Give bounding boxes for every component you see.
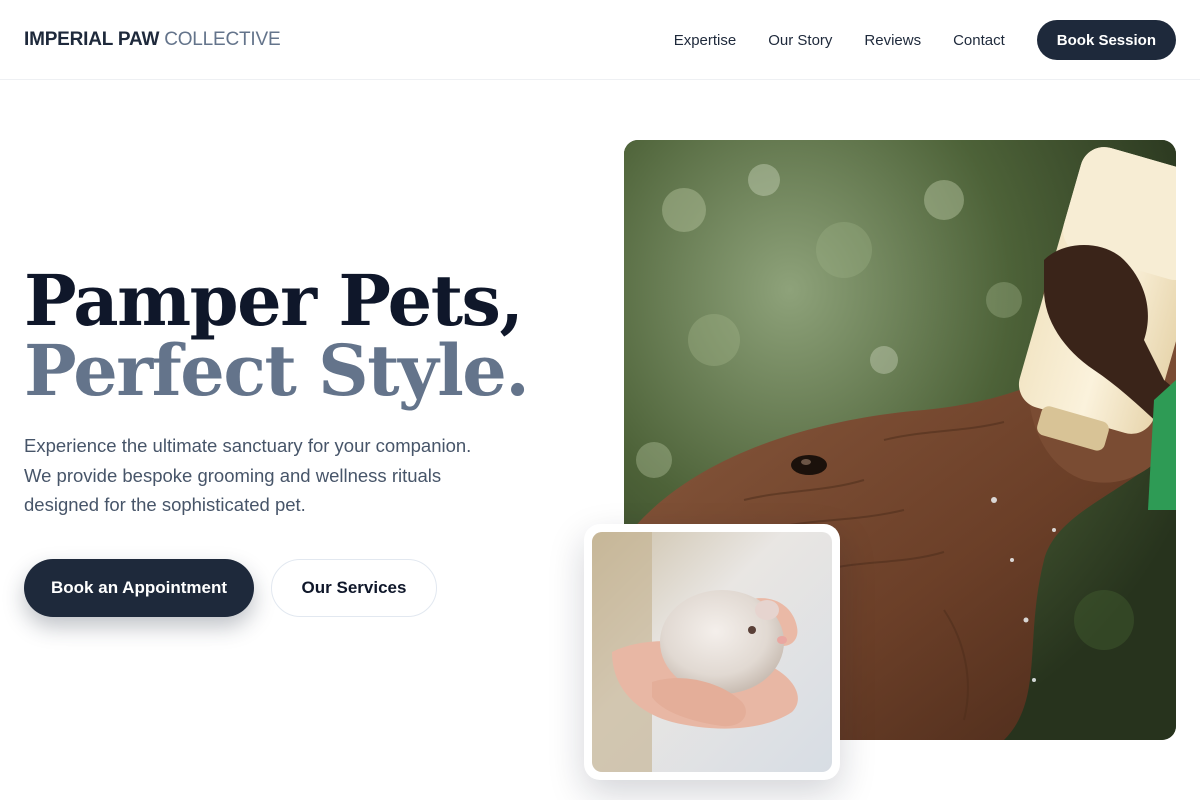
nav-link-reviews[interactable]: Reviews	[864, 32, 921, 49]
hero-title: Pamper Pets, Perfect Style.	[24, 266, 584, 406]
book-session-button[interactable]: Book Session	[1036, 20, 1176, 60]
hero-actions: Book an Appointment Our Services	[24, 559, 437, 617]
our-services-button[interactable]: Our Services	[271, 559, 437, 617]
book-appointment-button[interactable]: Book an Appointment	[24, 559, 254, 617]
hero-description: Experience the ultimate sanctuary for yo…	[24, 435, 472, 515]
nav-link-contact[interactable]: Contact	[953, 32, 1005, 49]
brand-logo[interactable]: IMPERIAL PAW COLLECTIVE	[24, 28, 281, 52]
hero-title-line-1: Pamper Pets,	[24, 259, 524, 342]
nav-link-expertise[interactable]: Expertise	[674, 32, 737, 49]
site-header: IMPERIAL PAW COLLECTIVE Expertise Our Sto…	[0, 0, 1200, 80]
logo-secondary-text: COLLECTIVE	[164, 29, 281, 50]
logo-primary-text: IMPERIAL PAW	[24, 29, 160, 50]
inset-photo-card	[584, 524, 840, 780]
nav-link-our-story[interactable]: Our Story	[768, 32, 832, 49]
main-nav: Expertise Our Story Reviews Contact Book…	[674, 20, 1176, 60]
hero-title-line-2: Perfect Style.	[24, 329, 530, 412]
hamster-in-hand-photo	[592, 532, 832, 772]
